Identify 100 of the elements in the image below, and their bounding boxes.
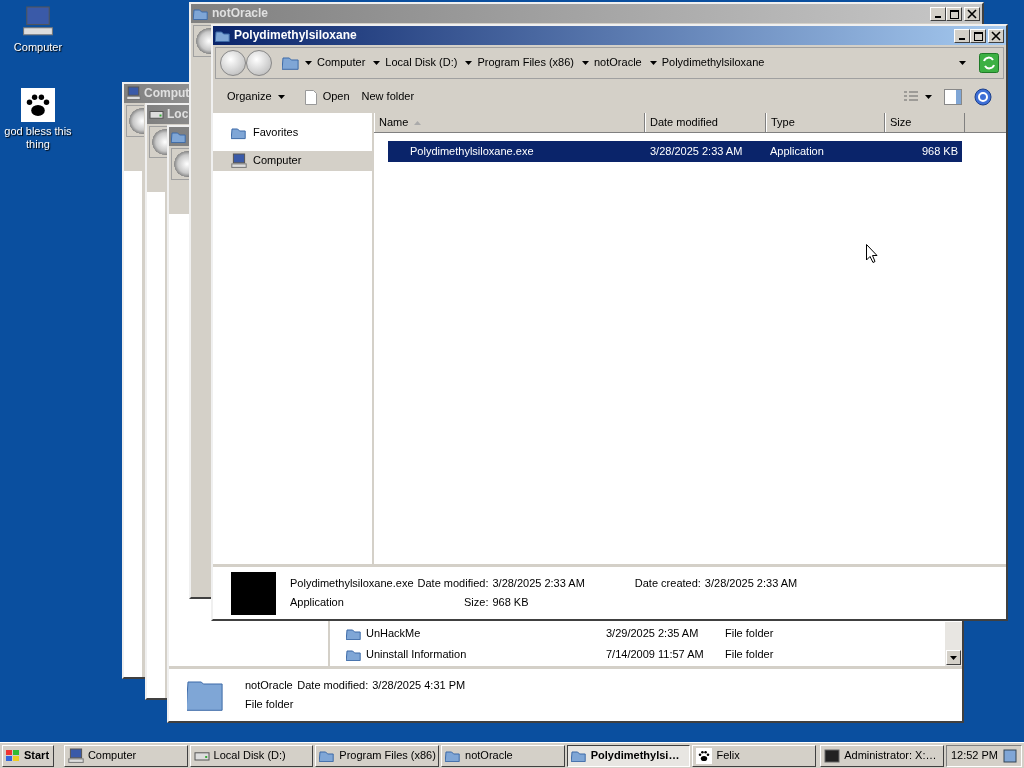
back-button[interactable]: [196, 28, 211, 54]
icon-label[interactable]: Computer: [13, 41, 63, 55]
minimize-button[interactable]: [954, 28, 970, 43]
help-icon: [974, 88, 992, 106]
window-title: Polydimethylsiloxane: [234, 28, 357, 43]
maximize-button[interactable]: [970, 28, 986, 43]
open-button[interactable]: Open: [300, 87, 354, 107]
column-header[interactable]: Date modified: [645, 113, 766, 132]
start-button[interactable]: Start: [2, 744, 54, 767]
taskbar-button[interactable]: Administrator: X:…: [820, 744, 944, 767]
back-button[interactable]: [220, 50, 246, 76]
minimize-icon: [959, 37, 965, 40]
caret-icon: [277, 95, 285, 99]
breadcrumb-item[interactable]: Program Files (x86): [462, 56, 577, 70]
folder-icon: [445, 748, 462, 763]
windows-logo-icon: [6, 749, 20, 762]
forward-button[interactable]: [246, 50, 272, 76]
column-header[interactable]: Size: [885, 113, 965, 132]
caret-icon: [305, 61, 312, 65]
close-icon: [966, 8, 978, 19]
back-button[interactable]: [174, 151, 189, 177]
computer-icon: [67, 747, 84, 764]
detail-type: Application: [290, 596, 345, 610]
file-type: File folder: [725, 626, 774, 641]
new-folder-button[interactable]: New folder: [357, 88, 419, 106]
caret-icon: [465, 61, 473, 65]
computer-icon: [126, 86, 141, 101]
breadcrumb-item[interactable]: Polydimethylsiloxane: [646, 56, 768, 70]
file-name[interactable]: Uninstall Information: [366, 647, 467, 662]
paw-icon: [21, 88, 55, 122]
maximize-icon: [972, 30, 984, 41]
back-button[interactable]: [152, 129, 167, 155]
detail-label: Size:: [463, 596, 489, 610]
detail-label: Date modified:: [417, 576, 489, 590]
folder-icon: [282, 55, 300, 71]
window-title: Loc: [167, 107, 189, 122]
minimize-button[interactable]: [930, 6, 946, 21]
close-button[interactable]: [988, 28, 1004, 43]
folder-icon: [215, 28, 231, 43]
file-name[interactable]: UnHackMe: [366, 626, 421, 641]
taskbar-button[interactable]: Felix: [692, 744, 817, 767]
taskbar-button[interactable]: Computer: [63, 744, 188, 767]
column-header[interactable]: Name: [374, 113, 645, 132]
folder-icon: [570, 748, 587, 763]
computer-icon: [231, 153, 247, 169]
caret-icon: [582, 61, 589, 65]
close-button[interactable]: [964, 6, 980, 21]
caret-icon: [373, 61, 381, 65]
taskbar-button[interactable]: Program Files (x86): [315, 744, 440, 767]
file-date: 3/29/2025 2:35 AM: [606, 626, 700, 641]
nav-item[interactable]: Favorites: [213, 123, 372, 143]
back-button[interactable]: [129, 108, 144, 134]
caret-icon: [649, 61, 657, 65]
network-icon: [1003, 748, 1017, 763]
breadcrumb-item[interactable]: Computer: [302, 56, 369, 70]
folder-icon: [346, 647, 362, 662]
clock-time: 12:52 PM: [950, 748, 998, 763]
window-title: notOracle: [212, 6, 268, 21]
folder-icon: [346, 626, 362, 641]
console-icon: [824, 747, 841, 764]
detail-value: 3/28/2025 2:33 AM: [704, 576, 798, 590]
icon-label[interactable]: god bless this thing: [0, 125, 76, 152]
page-icon: [304, 89, 317, 105]
detail-label: Date modified:: [297, 678, 369, 692]
folder-icon: [319, 748, 336, 763]
organize-button[interactable]: Organize: [223, 88, 289, 106]
file-type: File folder: [725, 647, 774, 662]
taskbar-button[interactable]: Polydimethylsi…: [566, 744, 691, 767]
nav-item[interactable]: Computer: [213, 151, 372, 171]
breadcrumb-item[interactable]: notOracle: [579, 56, 645, 70]
maximize-button[interactable]: [946, 6, 962, 21]
taskbar-button[interactable]: Local Disk (D:): [189, 744, 314, 767]
detail-value: 968 KB: [492, 596, 530, 610]
caret-icon: [925, 95, 932, 99]
address-dropdown[interactable]: [956, 61, 969, 65]
maximize-icon: [948, 8, 960, 19]
window-title: Comput: [144, 86, 190, 101]
folder-icon: [171, 129, 187, 144]
close-icon: [990, 30, 1002, 41]
file-thumbnail: [231, 571, 276, 615]
caret-icon: [950, 655, 957, 660]
column-header[interactable]: Type: [766, 113, 885, 132]
scroll-down-button[interactable]: [946, 650, 961, 665]
file-date: 7/14/2009 11:57 AM: [606, 647, 705, 662]
taskbar-button[interactable]: notOracle: [441, 744, 565, 767]
computer-icon: [22, 6, 54, 38]
detail-label: Date created:: [634, 576, 701, 590]
folder-icon: [231, 126, 247, 140]
folder-icon: [193, 6, 209, 21]
detail-type: File folder: [245, 698, 294, 712]
list-view-icon: [903, 90, 919, 104]
refresh-icon: [979, 53, 999, 73]
detail-name: Polydimethylsiloxane.exe: [290, 576, 414, 590]
detail-value: 3/28/2025 2:33 AM: [492, 576, 585, 590]
detail-name: notOracle: [245, 678, 294, 692]
breadcrumb-item[interactable]: Local Disk (D:): [370, 56, 461, 70]
minimize-icon: [935, 15, 941, 18]
file-row[interactable]: Polydimethylsiloxane.exe 3/28/2025 2:33 AM Application 968 KB: [388, 141, 962, 162]
caret-icon: [959, 61, 966, 65]
cursor-icon: [866, 244, 878, 263]
